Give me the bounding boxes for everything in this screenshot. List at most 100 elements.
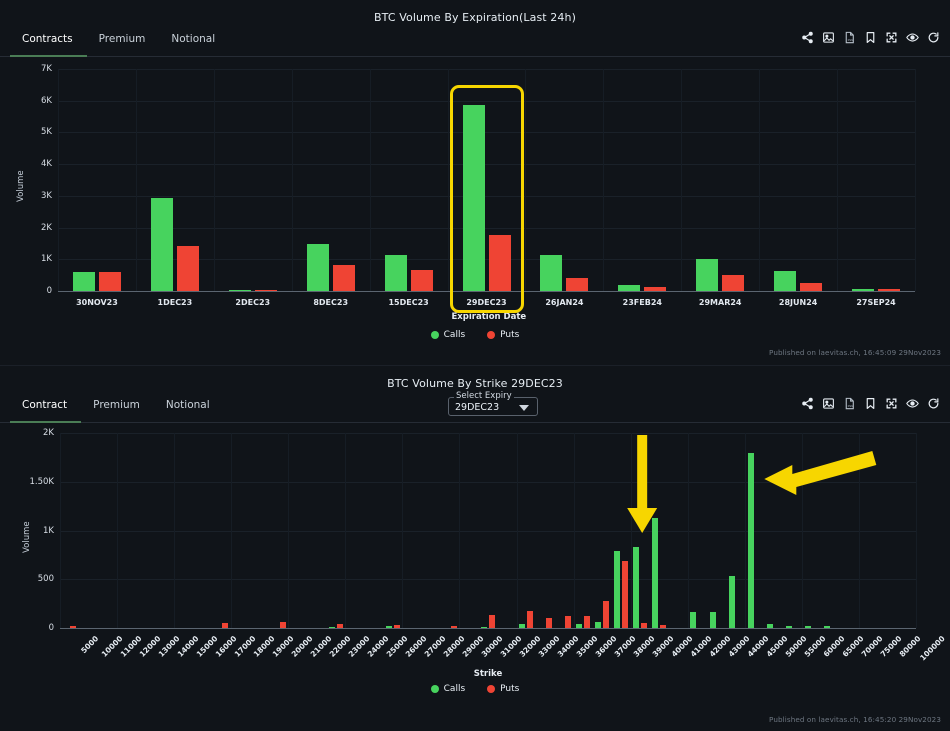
tab-notional-strike[interactable]: Notional [154, 395, 224, 423]
bar-puts[interactable] [644, 287, 666, 291]
y-axis-tick: 4K [6, 159, 52, 169]
eye-icon[interactable] [906, 31, 919, 44]
gridline [60, 579, 916, 580]
bar-puts[interactable] [177, 246, 199, 291]
tabs-expiration: Contracts Premium Notional [10, 29, 229, 57]
fullscreen-icon[interactable] [885, 31, 898, 44]
bar-puts[interactable] [411, 270, 433, 291]
bar-calls[interactable] [329, 627, 335, 628]
bar-puts[interactable] [222, 623, 228, 628]
bar-calls[interactable] [386, 626, 392, 628]
bar-calls[interactable] [852, 289, 874, 291]
bar-puts[interactable] [722, 275, 744, 291]
highlight-annotation-29dec23 [450, 85, 524, 313]
bar-puts[interactable] [641, 623, 647, 628]
bar-calls[interactable] [786, 626, 792, 628]
bar-puts[interactable] [584, 616, 590, 628]
bar-puts[interactable] [565, 616, 571, 628]
legend-expiration: Calls Puts [0, 330, 950, 340]
bookmark-icon[interactable] [864, 397, 877, 410]
bar-calls[interactable] [710, 612, 716, 628]
eye-icon[interactable] [906, 397, 919, 410]
bar-puts[interactable] [489, 235, 511, 291]
bar-calls[interactable] [729, 576, 735, 628]
share-icon[interactable] [801, 31, 814, 44]
bar-calls[interactable] [774, 271, 796, 291]
bar-calls[interactable] [633, 547, 639, 628]
bar-puts[interactable] [800, 283, 822, 291]
bar-calls[interactable] [385, 255, 407, 291]
bar-puts[interactable] [99, 272, 121, 291]
bar-calls[interactable] [767, 624, 773, 628]
bar-puts[interactable] [603, 601, 609, 628]
y-axis-tick: 0 [8, 623, 54, 633]
tab-premium-strike[interactable]: Premium [81, 395, 154, 423]
bar-puts[interactable] [660, 625, 666, 628]
legend-item-calls[interactable]: Calls [431, 330, 466, 340]
bar-puts[interactable] [489, 615, 495, 628]
fullscreen-icon[interactable] [885, 397, 898, 410]
bar-calls[interactable] [463, 105, 485, 291]
bar-puts[interactable] [70, 626, 76, 628]
bar-puts[interactable] [451, 626, 457, 628]
tab-premium[interactable]: Premium [87, 29, 160, 57]
tab-contracts[interactable]: Contracts [10, 29, 87, 57]
bar-calls[interactable] [519, 624, 525, 628]
share-icon[interactable] [801, 397, 814, 410]
vertical-gridline [859, 433, 860, 628]
bar-calls[interactable] [618, 285, 640, 291]
chevron-down-icon[interactable] [519, 405, 529, 411]
bar-calls[interactable] [824, 626, 830, 628]
legend-item-puts[interactable]: Puts [487, 330, 519, 340]
refresh-icon[interactable] [927, 31, 940, 44]
app-root: BTC Volume By Expiration(Last 24h) Contr… [0, 0, 950, 731]
bar-calls[interactable] [481, 627, 487, 628]
bar-calls[interactable] [595, 622, 601, 628]
published-note-expiration: Published on laevitas.ch, 16:45:09 29Nov… [769, 348, 941, 357]
legend-label-calls: Calls [444, 684, 466, 694]
gridline [58, 196, 915, 197]
bar-calls[interactable] [614, 551, 620, 628]
x-axis-tick: 30NOV23 [58, 298, 136, 307]
refresh-icon[interactable] [927, 397, 940, 410]
published-note-strike: Published on laevitas.ch, 16:45:20 29Nov… [769, 715, 941, 724]
bar-calls[interactable] [576, 624, 582, 628]
bar-puts[interactable] [280, 622, 286, 628]
bar-puts[interactable] [255, 290, 277, 291]
csv-export-icon[interactable]: csv [843, 31, 856, 44]
vertical-gridline [231, 433, 232, 628]
bar-calls[interactable] [696, 259, 718, 291]
bar-calls[interactable] [652, 518, 658, 628]
bar-calls[interactable] [73, 272, 95, 291]
bar-calls[interactable] [151, 198, 173, 291]
vertical-gridline [525, 69, 526, 291]
bar-puts[interactable] [337, 624, 343, 628]
csv-export-icon[interactable]: csv [843, 397, 856, 410]
bar-puts[interactable] [527, 611, 533, 628]
bar-puts[interactable] [566, 278, 588, 291]
image-export-icon[interactable] [822, 397, 835, 410]
legend-item-puts[interactable]: Puts [487, 684, 519, 694]
bookmark-icon[interactable] [864, 31, 877, 44]
bar-puts[interactable] [333, 265, 355, 291]
bar-calls[interactable] [748, 453, 754, 628]
vertical-gridline [759, 69, 760, 291]
panel-volume-by-expiration: BTC Volume By Expiration(Last 24h) Contr… [0, 0, 950, 366]
bar-calls[interactable] [805, 626, 811, 628]
bar-calls[interactable] [540, 255, 562, 291]
legend-item-calls[interactable]: Calls [431, 684, 466, 694]
x-axis-tick: 23FEB24 [603, 298, 681, 307]
tab-contract[interactable]: Contract [10, 395, 81, 423]
bar-puts[interactable] [622, 561, 628, 628]
bar-puts[interactable] [546, 618, 552, 628]
tab-notional[interactable]: Notional [159, 29, 229, 57]
select-expiry-value: 29DEC23 [455, 402, 499, 413]
bar-calls[interactable] [229, 290, 251, 291]
image-export-icon[interactable] [822, 31, 835, 44]
bar-calls[interactable] [690, 612, 696, 628]
bar-puts[interactable] [394, 625, 400, 628]
select-expiry[interactable]: Select Expiry 29DEC23 [448, 391, 538, 416]
bar-puts[interactable] [878, 289, 900, 291]
bar-calls[interactable] [307, 244, 329, 291]
gridline [58, 228, 915, 229]
